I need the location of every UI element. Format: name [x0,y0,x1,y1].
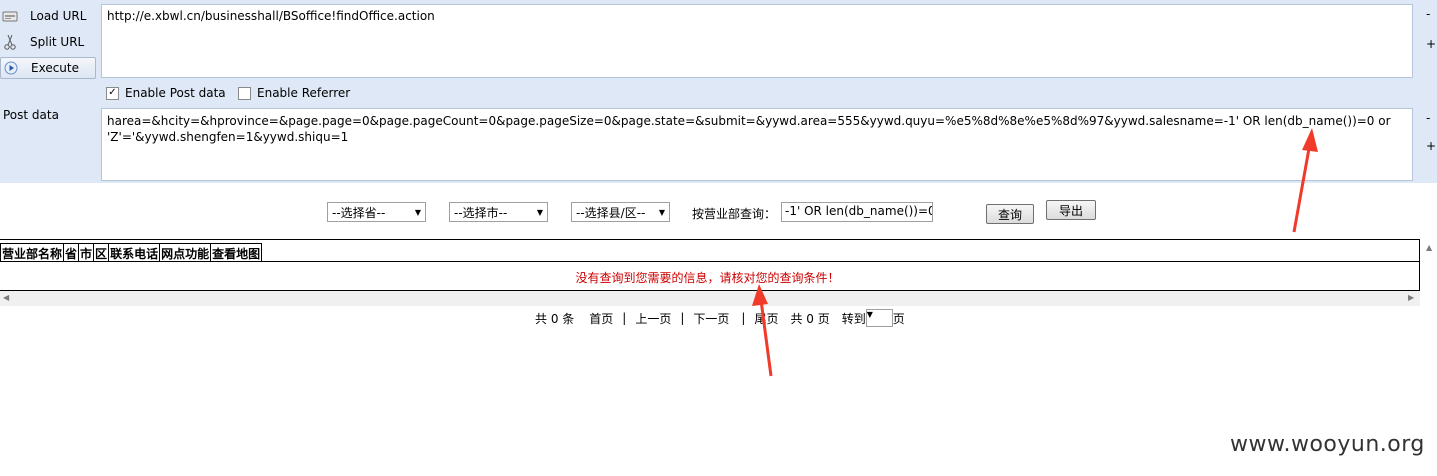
execute-button[interactable]: Execute [0,57,96,79]
load-url-button[interactable]: Load URL [0,5,96,27]
column-header: 营业部名称 [0,243,65,261]
post-data-textarea[interactable]: harea=&hcity=&hprovince=&page.page=0&pag… [101,108,1413,181]
dropdown-arrow-icon: ▼ [866,310,873,319]
county-select-value: --选择县/区-- [576,205,646,220]
column-header: 市 [78,243,95,261]
page-unit-label: 页 [892,311,905,326]
results-table: 营业部名称 省 市 区 联系电话 网点功能 查看地图 没有查询到您需要的信息，请… [0,239,1420,291]
page-count: 共 0 页 [790,311,830,326]
column-header: 网点功能 [159,243,212,261]
pager-separator: | [680,311,685,325]
page-select[interactable]: ▼ [865,309,893,327]
column-header: 联系电话 [108,243,161,261]
post-data-label: Post data [3,108,59,122]
unchecked-box-icon [238,86,251,100]
scroll-left-icon[interactable]: ◀ [3,293,9,302]
load-url-icon [2,8,18,24]
enable-post-checkbox[interactable]: ✓ Enable Post data [106,86,226,100]
hackbar-panel: Load URL Split URL Execute http://e.xbwl… [0,0,1437,183]
province-select-value: --选择省-- [332,205,386,220]
post-expand-button[interactable]: + [1426,139,1436,153]
scroll-up-icon[interactable]: ▲ [1426,243,1432,252]
county-select[interactable]: --选择县/区-- ▼ [571,202,670,222]
search-button[interactable]: 查询 [986,204,1034,224]
enable-referrer-checkbox[interactable]: Enable Referrer [238,86,350,100]
dropdown-arrow-icon: ▼ [414,207,421,217]
checkmark-icon: ✓ [106,86,119,100]
prev-page-link[interactable]: 上一页 [635,310,671,327]
column-header: 省 [63,243,80,261]
total-count: 共 0 条 [535,311,575,326]
last-page-link[interactable]: 尾页 [754,310,778,327]
watermark: www.wooyun.org [1230,432,1425,457]
dropdown-arrow-icon: ▼ [658,207,665,217]
pager-separator: | [622,311,627,325]
scroll-right-icon[interactable]: ▶ [1408,293,1414,302]
split-url-label: Split URL [30,35,85,49]
next-page-link[interactable]: 下一页 [693,310,729,327]
province-select[interactable]: --选择省-- ▼ [327,202,426,222]
office-query-input[interactable]: -1' OR len(db_name())=0 [781,202,933,222]
empty-result-message: 没有查询到您需要的信息，请核对您的查询条件！ [575,271,840,285]
scissors-icon [2,34,18,50]
horizontal-scrollbar[interactable]: ◀ ▶ [0,291,1420,306]
vertical-scrollbar[interactable]: ▲ [1421,239,1437,291]
city-select-value: --选择市-- [454,205,508,220]
enable-referrer-label: Enable Referrer [257,86,351,100]
goto-label: 转到 [841,311,866,326]
table-divider [0,261,1420,262]
table-header-row: 营业部名称 省 市 区 联系电话 网点功能 查看地图 [0,243,263,262]
pagination: 共 0 条 首页 | 上一页 | 下一页 | 尾页 共 0 页 转到 ▼ 页 [535,309,905,327]
pager-separator: | [741,311,746,325]
column-header: 查看地图 [210,243,263,261]
city-select[interactable]: --选择市-- ▼ [449,202,548,222]
post-shrink-button[interactable]: - [1426,111,1430,125]
split-url-button[interactable]: Split URL [0,31,96,53]
execute-label: Execute [31,61,79,75]
column-header: 区 [93,243,110,261]
load-url-label: Load URL [30,9,87,23]
enable-post-label: Enable Post data [125,86,226,100]
url-textarea[interactable]: http://e.xbwl.cn/businesshall/BSoffice!f… [101,4,1413,78]
url-shrink-button[interactable]: - [1426,7,1430,21]
dropdown-arrow-icon: ▼ [536,207,543,217]
export-button[interactable]: 导出 [1046,200,1096,220]
office-query-label: 按营业部查询： [692,207,777,221]
first-page-link[interactable]: 首页 [589,310,613,327]
play-icon [3,60,19,76]
url-expand-button[interactable]: + [1426,37,1436,51]
